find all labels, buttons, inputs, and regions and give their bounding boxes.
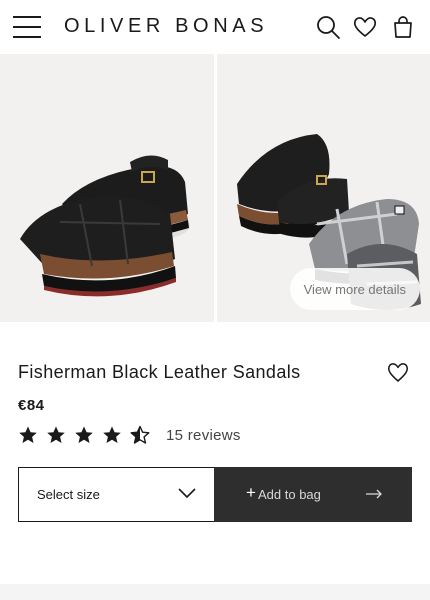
star-full-icon: [47, 426, 65, 443]
star-full-icon: [19, 426, 37, 443]
reviews-link[interactable]: 15 reviews: [166, 427, 241, 444]
chevron-down-icon: [178, 488, 196, 499]
product-image-1[interactable]: [0, 54, 214, 322]
site-logo[interactable]: OLIVER BONAS: [64, 15, 268, 38]
arrow-right-icon: [366, 489, 382, 499]
menu-icon[interactable]: [13, 16, 41, 38]
view-more-details-button[interactable]: View more details: [289, 268, 420, 310]
site-header: OLIVER BONAS: [0, 0, 430, 54]
product-title: Fisherman Black Leather Sandals: [18, 362, 301, 382]
product-gallery: View more details: [0, 54, 430, 322]
star-half-icon: [130, 425, 150, 444]
star-full-icon: [75, 426, 93, 443]
heart-icon[interactable]: [352, 14, 378, 40]
bag-icon[interactable]: [390, 14, 416, 40]
footer-band: [0, 584, 430, 600]
add-to-bag-button[interactable]: + Add to bag: [214, 467, 412, 522]
product-image-2[interactable]: View more details: [216, 54, 430, 322]
product-price: €84: [18, 397, 45, 414]
wishlist-heart-icon[interactable]: [386, 360, 410, 384]
size-select[interactable]: Select size: [18, 467, 215, 522]
star-full-icon: [103, 426, 121, 443]
plus-icon: +: [246, 483, 256, 502]
size-select-label: Select size: [37, 487, 100, 502]
search-icon[interactable]: [315, 14, 341, 40]
rating-stars: [18, 425, 150, 445]
add-to-bag-label: Add to bag: [258, 487, 321, 502]
